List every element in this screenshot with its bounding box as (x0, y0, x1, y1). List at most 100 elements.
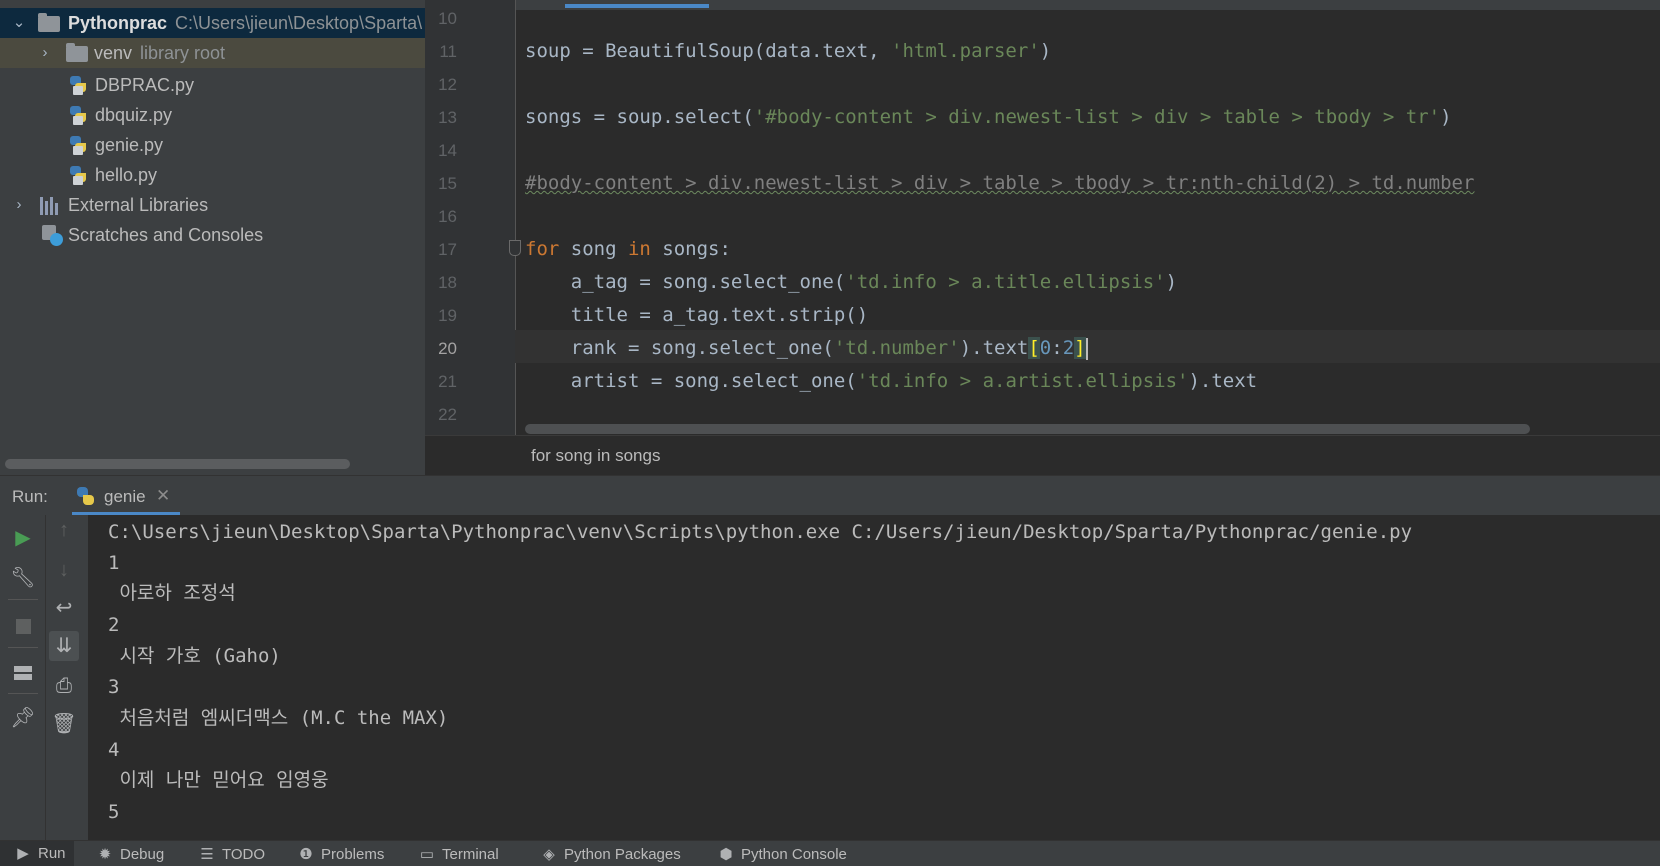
tree-file-hello[interactable]: hello.py (0, 160, 425, 190)
gutter-separator (515, 0, 516, 435)
code-line-13: songs = soup.select('#body-content > div… (525, 106, 1452, 128)
chevron-down-icon[interactable]: ⌄ (12, 8, 26, 38)
editor-horizontal-scrollbar[interactable] (525, 424, 1530, 434)
line-number: 10 (438, 9, 457, 28)
line-number-current: 20 (438, 339, 457, 358)
tool-tab-debug[interactable]: ✹ Debug (96, 845, 165, 863)
console-output-line: 5 (108, 801, 120, 823)
code-line-21: artist = song.select_one('td.info > a.ar… (525, 370, 1258, 392)
run-tab-genie[interactable]: genie ✕ (72, 476, 180, 516)
chevron-right-icon[interactable]: › (38, 38, 52, 68)
line-number: 14 (438, 141, 457, 160)
python-file-icon (68, 104, 88, 126)
console-command-line: C:\Users\jieun\Desktop\Sparta\Pythonprac… (108, 521, 1413, 543)
project-panel: ⌄ Pythonprac C:\Users\jieun\Desktop\Spar… (0, 0, 425, 475)
tool-tab-todo[interactable]: ☰ TODO (198, 845, 265, 863)
console-output-line: 3 (108, 676, 120, 698)
project-name: Pythonprac (68, 13, 168, 33)
info-icon: ❶ (299, 846, 313, 863)
close-tab-icon[interactable]: ✕ (156, 486, 170, 506)
libraries-icon (40, 195, 62, 215)
code-breadcrumb[interactable]: for song in songs (425, 435, 1660, 476)
project-horizontal-scrollbar[interactable] (5, 459, 350, 469)
folder-icon (66, 43, 88, 62)
python-icon (76, 486, 96, 506)
active-tab-indicator (565, 4, 709, 8)
wrench-icon[interactable]: 🔧︎ (8, 563, 38, 593)
text-caret (1085, 337, 1088, 360)
line-number-gutter: 10 11 12 13 14 15 16 17 18 19 20 21 22 (425, 0, 515, 435)
line-number: 22 (438, 405, 457, 424)
tree-item-venv[interactable]: › venv library root (0, 38, 425, 68)
pin-icon[interactable]: 📌︎ (8, 703, 38, 733)
print-icon[interactable]: ⎙ (49, 671, 79, 701)
code-line-19: title = a_tag.text.strip() (525, 304, 869, 326)
line-number: 16 (438, 207, 457, 226)
code-line-15: #body-content > div.newest-list > div > … (525, 167, 1474, 200)
scratches-icon (40, 223, 64, 247)
run-icon: ▶ (17, 845, 29, 862)
bug-icon: ✹ (98, 846, 112, 863)
console-output-line: 2 (108, 614, 120, 636)
line-number: 17 (438, 240, 457, 259)
fold-marker-icon[interactable] (509, 240, 521, 256)
breadcrumb-item[interactable]: for song in songs (531, 446, 660, 466)
tree-file-genie[interactable]: genie.py (0, 130, 425, 160)
chevron-right-icon[interactable]: › (12, 190, 26, 220)
venv-label: venv (94, 43, 133, 63)
scroll-to-end-icon[interactable]: ⇊ (49, 631, 79, 661)
code-line-11: soup = BeautifulSoup(data.text, 'html.pa… (525, 40, 1052, 62)
tool-tab-python-packages[interactable]: ◈ Python Packages (540, 845, 681, 863)
console-output-line: 처음처럼 엠씨더맥스 (M.C the MAX) (108, 707, 449, 729)
tool-tab-python-console[interactable]: ⬢ Python Console (717, 845, 846, 863)
run-label: Run: (12, 487, 48, 506)
scratches-label: Scratches and Consoles (68, 225, 264, 245)
run-tab-label: genie (104, 487, 146, 506)
console-output-line: 아로하 조정석 (108, 582, 236, 604)
tree-file-dbquiz[interactable]: dbquiz.py (0, 100, 425, 130)
project-path: C:\Users\jieun\Desktop\Sparta\ (175, 13, 423, 33)
rerun-icon[interactable]: ▶ (8, 523, 38, 553)
tree-file-dbprac[interactable]: DBPRAC.py (0, 70, 425, 100)
tool-tab-run[interactable]: ▶ Run (0, 841, 74, 866)
library-root-note: library root (140, 43, 226, 63)
file-name: DBPRAC.py (95, 75, 195, 95)
trash-icon[interactable]: 🗑︎ (49, 709, 79, 739)
line-number: 11 (439, 42, 457, 61)
python-file-icon (68, 164, 88, 186)
python-file-icon (68, 74, 88, 96)
code-line-20: rank = song.select_one('td.number').text… (525, 337, 1088, 360)
line-number: 19 (438, 306, 457, 325)
run-console-output[interactable]: C:\Users\jieun\Desktop\Sparta\Pythonprac… (88, 515, 1660, 840)
tool-tab-terminal[interactable]: ▭ Terminal (418, 845, 499, 863)
line-number: 15 (438, 174, 457, 193)
layout-icon[interactable] (8, 657, 38, 687)
terminal-icon: ▭ (419, 846, 435, 863)
tool-tab-problems[interactable]: ❶ Problems (297, 845, 384, 863)
layers-icon: ◈ (543, 846, 555, 863)
warning-underlined-text: #body-content > div.newest-list > div > … (525, 172, 1475, 194)
arrow-up-icon[interactable]: ↑ (49, 515, 79, 545)
line-number: 12 (438, 75, 457, 94)
python-console-icon: ⬢ (719, 846, 733, 863)
code-editor[interactable]: 10 11 12 13 14 15 16 17 18 19 20 21 22 s… (425, 0, 1660, 435)
run-toolbar-primary: ▶ 🔧︎ 📌︎ (0, 515, 46, 840)
tree-root-pythonprac[interactable]: ⌄ Pythonprac C:\Users\jieun\Desktop\Spar… (0, 8, 425, 38)
stop-icon[interactable] (8, 611, 38, 641)
tree-item-external-libraries[interactable]: › External Libraries (0, 190, 425, 220)
soft-wrap-icon[interactable]: ↩ (49, 593, 79, 623)
run-panel-header: Run: genie ✕ (0, 475, 1660, 516)
console-output-line: 1 (108, 552, 120, 574)
console-output-line: 시작 가호 (Gaho) (108, 645, 281, 667)
file-name: genie.py (95, 135, 164, 155)
tree-item-scratches[interactable]: Scratches and Consoles (0, 220, 425, 250)
file-name: dbquiz.py (95, 105, 173, 125)
file-name: hello.py (95, 165, 158, 185)
line-number: 21 (438, 372, 457, 391)
code-line-17: for song in songs: (525, 238, 731, 260)
folder-icon (38, 13, 60, 32)
code-line-18: a_tag = song.select_one('td.info > a.tit… (525, 271, 1178, 293)
external-libraries-label: External Libraries (68, 195, 209, 215)
arrow-down-icon[interactable]: ↓ (49, 555, 79, 585)
tool-window-bar: ▶ Run ✹ Debug ☰ TODO ❶ Problems ▭ Terminal ◈ P… (0, 840, 1660, 866)
